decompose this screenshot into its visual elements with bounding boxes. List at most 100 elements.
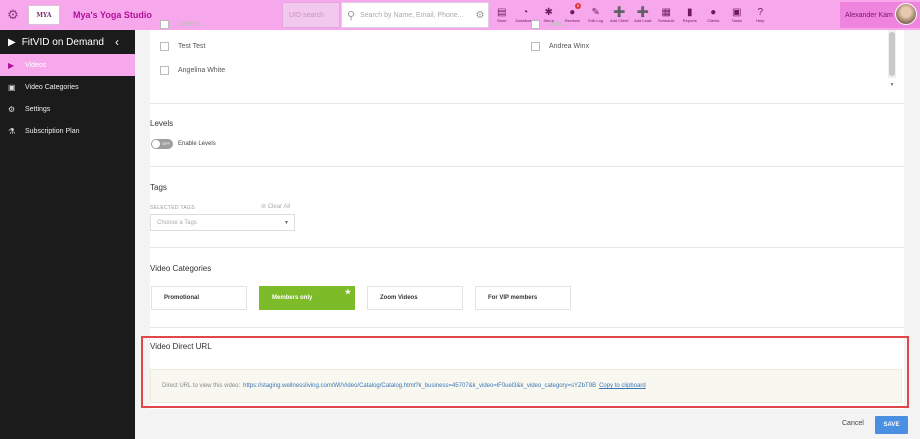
clear-all-link[interactable]: ⊘ Clear All	[261, 203, 290, 210]
sidebar-item-label: Videos	[25, 61, 47, 69]
nav-store[interactable]: ▤ Store	[490, 0, 514, 30]
search-settings-icon[interactable]: ⚙	[472, 10, 488, 21]
levels-title: Levels	[150, 119, 174, 128]
sidebar-item-label: Subscription Plan	[25, 127, 80, 135]
nav-label: Store	[496, 17, 507, 23]
collapse-sidebar-icon[interactable]: ‹	[115, 35, 119, 49]
client-search-input[interactable]: ⚲ Search by Name, Email, Phone... ⚙	[341, 2, 489, 28]
save-button[interactable]: SAVE	[875, 416, 908, 434]
nav-label: Help	[756, 17, 765, 23]
star-icon: ★	[344, 289, 351, 296]
enable-levels-toggle[interactable]: OFF	[151, 139, 173, 149]
member-checkbox[interactable]	[531, 42, 540, 51]
nav-label: Add Client	[610, 17, 629, 23]
top-bar: ⚙ MYA Mya's Yoga Studio UID search ⚲ Sea…	[0, 0, 920, 30]
list-item[interactable]: Angelina White	[160, 66, 225, 75]
category-label: Zoom Videos	[380, 295, 418, 301]
avatar[interactable]	[895, 3, 917, 25]
category-label: For VIP members	[488, 295, 538, 301]
tasks-icon: ▣	[732, 6, 742, 18]
members-scrollbar[interactable]	[888, 30, 896, 78]
help-icon: ?	[757, 6, 764, 18]
tags-title: Tags	[150, 183, 167, 192]
category-vip-members[interactable]: For VIP members	[475, 286, 571, 310]
scrollbar-thumb[interactable]	[889, 32, 895, 76]
studio-logo[interactable]: MYA	[28, 5, 60, 25]
nav-label: Add Lead	[634, 17, 652, 23]
video-categories-icon: ▣	[8, 82, 16, 92]
nav-tasks[interactable]: ▣ Tasks	[725, 0, 749, 30]
add-lead-icon: ➕	[636, 6, 649, 18]
direct-url-highlight	[141, 336, 909, 408]
sidebar-item-videos[interactable]: ▶ Videos	[0, 54, 135, 76]
member-name: Angelina White	[178, 67, 226, 74]
toggle-state: OFF	[162, 141, 170, 146]
clear-all-label: Clear All	[267, 204, 291, 210]
nav-add-lead[interactable]: ➕ Add Lead	[631, 0, 655, 30]
sidebar-item-settings[interactable]: ⚙ Settings	[0, 98, 135, 120]
settings-gear-icon[interactable]: ⚙	[0, 0, 26, 30]
subscription-plan-icon: ⚗	[8, 126, 16, 136]
schedule-icon: ▦	[661, 6, 671, 18]
member-name: Andrea Winx	[549, 43, 590, 50]
nav-label: Schedule	[657, 17, 675, 23]
list-item[interactable]: Yael W...	[160, 20, 206, 29]
nav-reports[interactable]: ▮ Reports	[678, 0, 702, 30]
sidebar-item-video-categories[interactable]: ▣ Video Categories	[0, 76, 135, 98]
list-item[interactable]: Andrea Winx	[531, 42, 589, 51]
nav-schedule[interactable]: ▦ Schedule	[655, 0, 679, 30]
reports-icon: ▮	[686, 6, 693, 18]
videos-icon: ▶	[8, 60, 15, 70]
members-list: Yael W... Test Test Angelina White Ann..…	[150, 20, 904, 90]
video-categories-title: Video Categories	[150, 264, 212, 273]
edit-log-icon: ✎	[591, 6, 600, 18]
reviews-count-badge: 6	[575, 3, 581, 9]
tags-placeholder: Choose a Tags	[157, 219, 197, 226]
member-checkbox[interactable]	[160, 20, 169, 29]
category-label: Promotional	[164, 295, 200, 301]
form-footer: Cancel SAVE	[135, 409, 920, 439]
dashboard-icon: ◔	[522, 6, 529, 18]
clients-icon: ●	[710, 6, 717, 18]
nav-label: Edit Log	[588, 17, 604, 23]
scroll-down-icon[interactable]: ▼	[888, 82, 896, 88]
list-item[interactable]: Test Test	[160, 42, 206, 51]
category-members-only[interactable]: Members only ★	[259, 286, 355, 310]
chevron-down-icon: ▼	[284, 219, 289, 226]
clear-icon: ⊘	[261, 204, 267, 210]
toggle-knob	[152, 140, 160, 148]
nav-label: Tasks	[731, 17, 742, 23]
studio-name[interactable]: Mya's Yoga Studio	[73, 10, 223, 20]
user-menu[interactable]: Alexander Kam	[840, 2, 920, 28]
member-name: Test Test	[178, 43, 206, 50]
store-icon: ▤	[497, 6, 507, 18]
enable-levels-label: Enable Levels	[178, 141, 216, 147]
reviews-icon: ●	[569, 6, 576, 18]
member-checkbox[interactable]	[160, 42, 169, 51]
member-checkbox[interactable]	[160, 66, 169, 75]
nav-label: Reports	[682, 17, 697, 23]
user-name: Alexander Kam	[845, 11, 893, 19]
category-promotional[interactable]: Promotional	[151, 286, 247, 310]
logo-text: MYA	[36, 11, 52, 19]
nav-clients[interactable]: ● Clients	[702, 0, 726, 30]
nav-help[interactable]: ? Help	[749, 0, 773, 30]
nav-label: Clients	[707, 17, 720, 23]
sidebar-title: FitVID on Demand	[21, 36, 104, 48]
list-item[interactable]: Ann...	[531, 20, 567, 29]
nav-edit-log[interactable]: ✎ Edit Log	[584, 0, 608, 30]
sidebar: ▶ FitVID on Demand ‹ ▶ Videos ▣ Video Categ…	[0, 30, 135, 439]
tags-select[interactable]: Choose a Tags ▼	[150, 214, 295, 231]
sidebar-item-label: Settings	[25, 105, 51, 113]
member-checkbox[interactable]	[531, 20, 540, 29]
search-icon: ⚲	[346, 9, 356, 22]
cancel-button[interactable]: Cancel	[842, 420, 864, 427]
sidebar-item-subscription-plan[interactable]: ⚗ Subscription Plan	[0, 120, 135, 142]
search-placeholder: Search by Name, Email, Phone...	[360, 11, 464, 19]
setup-icon: ✱	[544, 6, 553, 18]
play-icon: ▶	[8, 36, 16, 48]
uid-search-input[interactable]: UID search	[282, 2, 340, 28]
nav-add-client[interactable]: ➕ Add Client	[608, 0, 632, 30]
category-zoom-videos[interactable]: Zoom Videos	[367, 286, 463, 310]
add-client-icon: ➕	[613, 6, 626, 18]
